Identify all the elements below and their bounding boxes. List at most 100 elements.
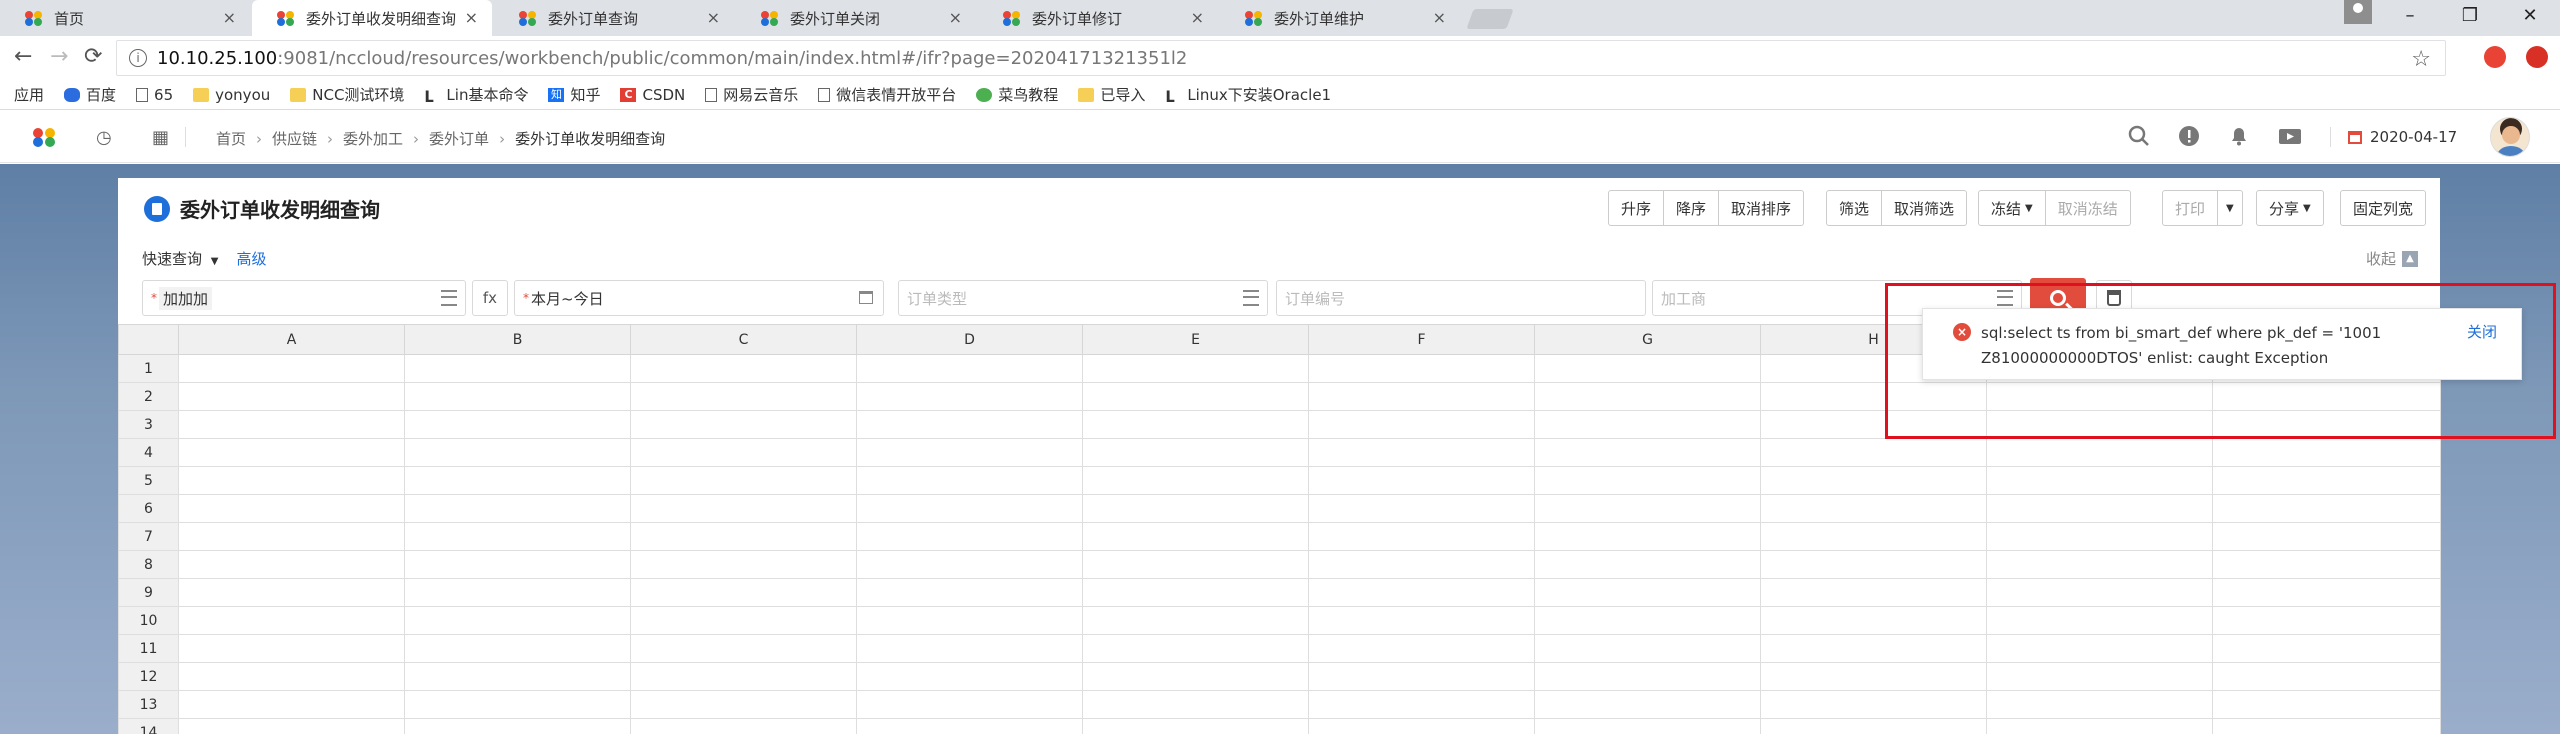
grid-cell[interactable] xyxy=(1308,382,1535,411)
grid-cell[interactable] xyxy=(1760,438,1987,467)
grid-cell[interactable] xyxy=(630,494,857,523)
browser-tab-outsource-close[interactable]: 委外订单关闭 × xyxy=(736,0,976,36)
grid-cell[interactable] xyxy=(404,438,631,467)
grid-cell[interactable] xyxy=(1534,634,1761,663)
grid-cell[interactable] xyxy=(630,634,857,663)
grid-cell[interactable] xyxy=(630,354,857,383)
grid-cell[interactable] xyxy=(404,494,631,523)
grid-cell[interactable] xyxy=(2212,690,2441,719)
grid-cell[interactable] xyxy=(404,382,631,411)
bookmark-netease-music[interactable]: 网易云音乐 xyxy=(705,84,798,105)
print-button[interactable]: 打印 xyxy=(2162,190,2219,226)
bookmark-wechat-emoji[interactable]: 微信表情开放平台 xyxy=(818,84,956,105)
grid-cell[interactable] xyxy=(404,550,631,579)
breadcrumb-outsource-order[interactable]: 委外订单 xyxy=(429,128,489,149)
grid-cell[interactable] xyxy=(1308,578,1535,607)
grid-cell[interactable] xyxy=(856,690,1083,719)
cancel-sort-button[interactable]: 取消排序 xyxy=(1719,190,1805,226)
grid-cell[interactable] xyxy=(1308,354,1535,383)
calendar-icon[interactable] xyxy=(859,291,873,304)
alert-icon[interactable] xyxy=(2178,125,2200,153)
new-tab-button[interactable] xyxy=(1466,9,1514,29)
grid-cell[interactable] xyxy=(1986,522,2213,551)
grid-cell[interactable] xyxy=(1534,718,1761,734)
grid-cell[interactable] xyxy=(630,690,857,719)
bookmark-65[interactable]: 65 xyxy=(136,86,173,104)
grid-cell[interactable] xyxy=(1760,690,1987,719)
grid-cell[interactable] xyxy=(1986,690,2213,719)
row-number[interactable]: 8 xyxy=(118,550,179,579)
minimize-window-button[interactable]: – xyxy=(2380,0,2440,30)
grid-cell[interactable] xyxy=(1308,522,1535,551)
forward-arrow-icon[interactable]: → xyxy=(50,44,68,69)
grid-cell[interactable] xyxy=(1760,578,1987,607)
grid-cell[interactable] xyxy=(178,606,405,635)
back-arrow-icon[interactable]: ← xyxy=(14,44,32,69)
restore-window-button[interactable]: ❐ xyxy=(2440,0,2500,30)
grid-cell[interactable] xyxy=(178,690,405,719)
grid-cell[interactable] xyxy=(630,550,857,579)
grid-cell[interactable] xyxy=(630,606,857,635)
grid-cell[interactable] xyxy=(1760,634,1987,663)
grid-cell[interactable] xyxy=(1986,494,2213,523)
share-button[interactable]: 分享 ▼ xyxy=(2256,190,2324,226)
grid-cell[interactable] xyxy=(178,382,405,411)
grid-cell[interactable] xyxy=(856,578,1083,607)
grid-cell[interactable] xyxy=(404,718,631,734)
bell-icon[interactable] xyxy=(2228,125,2250,153)
grid-cell[interactable] xyxy=(404,578,631,607)
grid-cell[interactable] xyxy=(856,494,1083,523)
filter-button[interactable]: 筛选 xyxy=(1826,190,1883,226)
business-date[interactable]: 2020-04-17 xyxy=(2348,128,2457,146)
grid-cell[interactable] xyxy=(1760,550,1987,579)
row-number[interactable]: 5 xyxy=(118,466,179,495)
grid-cell[interactable] xyxy=(630,410,857,439)
grid-cell[interactable] xyxy=(1082,438,1309,467)
grid-cell[interactable] xyxy=(2212,494,2441,523)
grid-cell[interactable] xyxy=(1082,494,1309,523)
grid-cell[interactable] xyxy=(856,634,1083,663)
row-number[interactable]: 2 xyxy=(118,382,179,411)
row-number[interactable]: 6 xyxy=(118,494,179,523)
close-tab-icon[interactable]: × xyxy=(465,8,478,27)
grid-cell[interactable] xyxy=(1308,662,1535,691)
org-field[interactable]: * 加加加 xyxy=(142,280,466,316)
collapse-toggle[interactable]: 收起 ▲ xyxy=(2366,248,2418,269)
grid-cell[interactable] xyxy=(2212,634,2441,663)
grid-cell[interactable] xyxy=(2212,578,2441,607)
column-header[interactable]: D xyxy=(856,324,1083,355)
close-notification-button[interactable]: 关闭 xyxy=(2467,321,2497,342)
bookmark-baidu[interactable]: 百度 xyxy=(64,84,116,105)
browser-tab-outsource-revise[interactable]: 委外订单修订 × xyxy=(978,0,1218,36)
bookmark-star-icon[interactable]: ☆ xyxy=(2411,47,2431,72)
row-number[interactable]: 7 xyxy=(118,522,179,551)
bookmark-runoob[interactable]: 菜鸟教程 xyxy=(976,84,1058,105)
bookmark-yonyou[interactable]: yonyou xyxy=(193,86,270,104)
row-number[interactable]: 11 xyxy=(118,634,179,663)
sort-desc-button[interactable]: 降序 xyxy=(1664,190,1720,226)
grid-cell[interactable] xyxy=(2212,718,2441,734)
breadcrumb-supply-chain[interactable]: 供应链 xyxy=(272,128,317,149)
grid-cell[interactable] xyxy=(1308,494,1535,523)
grid-cell[interactable] xyxy=(630,466,857,495)
grid-cell[interactable] xyxy=(1082,690,1309,719)
grid-cell[interactable] xyxy=(856,354,1083,383)
list-icon[interactable] xyxy=(1243,290,1259,306)
grid-cell[interactable] xyxy=(1534,354,1761,383)
grid-cell[interactable] xyxy=(1308,466,1535,495)
grid-cell[interactable] xyxy=(178,438,405,467)
row-number[interactable]: 3 xyxy=(118,410,179,439)
grid-cell[interactable] xyxy=(2212,606,2441,635)
grid-cell[interactable] xyxy=(1760,494,1987,523)
grid-cell[interactable] xyxy=(1082,550,1309,579)
grid-cell[interactable] xyxy=(1082,634,1309,663)
list-icon[interactable] xyxy=(441,290,457,306)
grid-cell[interactable] xyxy=(1986,662,2213,691)
column-header[interactable]: F xyxy=(1308,324,1535,355)
grid-cell[interactable] xyxy=(1308,606,1535,635)
fix-column-width-button[interactable]: 固定列宽 xyxy=(2340,190,2427,226)
grid-cell[interactable] xyxy=(1082,354,1309,383)
grid-cell[interactable] xyxy=(1308,410,1535,439)
clock-icon[interactable]: ◷ xyxy=(96,127,112,148)
grid-cell[interactable] xyxy=(1082,466,1309,495)
